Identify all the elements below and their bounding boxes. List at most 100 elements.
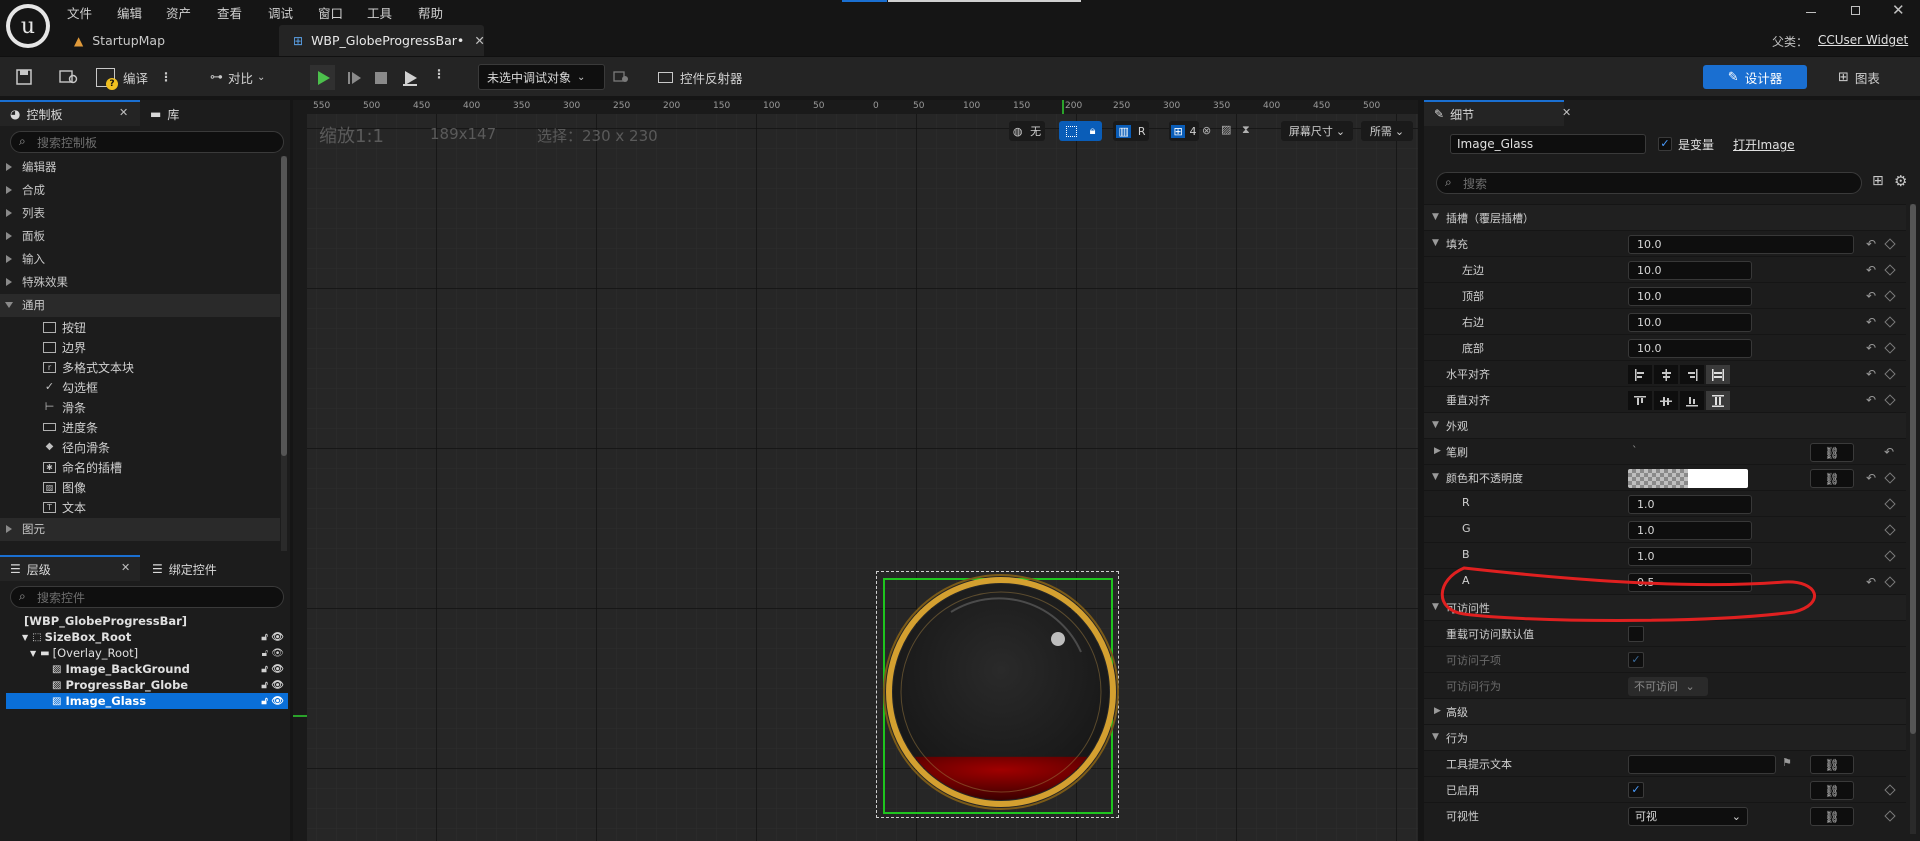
close-tab-icon[interactable]: ✕ <box>474 33 484 48</box>
category-primitive[interactable]: 图元 <box>6 518 45 540</box>
visibility-select[interactable]: 可视 ⌄ <box>1628 807 1748 826</box>
compile-options-icon[interactable]: ⋮ <box>160 70 172 84</box>
chevron-down-icon[interactable]: ▼ <box>1432 238 1439 248</box>
menu-help[interactable]: 帮助 <box>418 3 443 22</box>
tree-item-progressbar-globe[interactable]: ▨ ProgressBar_Globe 🔓︎ 👁︎ <box>52 677 284 693</box>
palette-scrollbar[interactable] <box>281 156 287 551</box>
menu-edit[interactable]: 编辑 <box>117 3 142 22</box>
browse-icon[interactable] <box>58 67 80 87</box>
reset-icon[interactable]: ↶ <box>1866 393 1876 407</box>
respect-locks-button[interactable]: ▥ R <box>1113 121 1149 141</box>
color-g-field[interactable]: 1.0 <box>1628 521 1752 540</box>
tree-item-overlay[interactable]: ▼ ▬ [Overlay_Root] 🔓︎ 👁︎ <box>30 645 284 661</box>
align-fill-icon[interactable] <box>1706 365 1730 384</box>
keyframe-icon[interactable] <box>1884 290 1896 302</box>
widget-rich-text[interactable]: r 多格式文本块 <box>43 357 134 377</box>
close-window-icon[interactable]: ✕ <box>1892 1 1905 19</box>
keyframe-icon[interactable] <box>1884 472 1896 484</box>
widget-image[interactable]: ▨ 图像 <box>43 477 86 497</box>
reset-icon[interactable]: ↶ <box>1866 263 1876 277</box>
grid-snap-button[interactable]: ⊞ 4 <box>1169 121 1199 141</box>
tab-palette-content[interactable]: ◕ 控制板 <box>10 102 63 126</box>
reset-icon[interactable]: ↶ <box>1866 315 1876 329</box>
valign-top-icon[interactable] <box>1628 391 1652 410</box>
lock-eye-icons[interactable]: 🔓︎ 👁︎ <box>261 696 284 707</box>
parent-class-link[interactable]: CCUser Widget <box>1818 33 1908 47</box>
section-slot[interactable]: ▼ 插槽（覆层插槽） <box>1424 204 1906 230</box>
menu-asset[interactable]: 资产 <box>166 3 191 22</box>
keyframe-icon[interactable] <box>1884 576 1896 588</box>
menu-window[interactable]: 窗口 <box>318 3 343 22</box>
lock-eye-icons[interactable]: 🔓︎ 👁︎ <box>261 680 284 691</box>
reset-icon[interactable]: ↶ <box>1866 341 1876 355</box>
tree-item-root[interactable]: [WBP_GlobeProgressBar] <box>24 613 284 629</box>
keyframe-icon[interactable] <box>1884 394 1896 406</box>
menu-file[interactable]: 文件 <box>67 3 92 22</box>
visibility-binding-button[interactable]: ⛓ <box>1810 807 1854 826</box>
restore-icon[interactable] <box>1851 6 1860 15</box>
reset-icon[interactable]: ↶ <box>1866 471 1876 485</box>
settings-gear-icon[interactable]: ⚙ <box>1894 172 1907 190</box>
reset-icon[interactable]: ↶ <box>1884 445 1894 459</box>
play-options-icon[interactable]: ⋮ <box>433 67 445 81</box>
save-icon[interactable] <box>14 67 34 87</box>
image-preview-icon[interactable]: ▨ <box>1221 123 1231 136</box>
details-scrollbar[interactable] <box>1910 204 1916 834</box>
keyframe-icon[interactable] <box>1884 498 1896 510</box>
color-r-field[interactable]: 1.0 <box>1628 495 1752 514</box>
padding-right-field[interactable]: 10.0 <box>1628 313 1752 332</box>
align-left-icon[interactable] <box>1628 365 1652 384</box>
is-variable-checkbox[interactable]: ✓ <box>1658 137 1672 151</box>
keyframe-icon[interactable] <box>1884 784 1896 796</box>
widget-text[interactable]: T 文本 <box>43 497 86 517</box>
menu-debug[interactable]: 调试 <box>268 3 293 22</box>
section-advanced[interactable]: ▶ 高级 <box>1424 698 1906 724</box>
tab-bind-widgets[interactable]: ☰ 绑定控件 <box>152 557 217 581</box>
compile-button[interactable]: ? 编译 ⋮ <box>96 65 186 90</box>
widget-border[interactable]: 边界 <box>43 337 86 357</box>
designer-button[interactable]: ✎ 设计器 <box>1703 65 1807 89</box>
localization-button[interactable]: ◍ 无 <box>1009 121 1045 141</box>
chevron-down-icon[interactable]: ▼ <box>1432 472 1439 482</box>
widget-reflector-button[interactable]: 控件反射器 <box>658 65 758 89</box>
play-button[interactable] <box>310 65 335 90</box>
keyframe-icon[interactable] <box>1884 264 1896 276</box>
tooltip-field[interactable] <box>1628 755 1776 774</box>
tree-item-image-glass[interactable]: ▨ Image_Glass 🔓︎ 👁︎ <box>52 693 284 709</box>
mirror-icon[interactable]: ⧗ <box>1242 123 1250 137</box>
keyframe-icon[interactable] <box>1884 550 1896 562</box>
unreal-logo[interactable]: u <box>6 4 50 48</box>
category-common[interactable]: 通用 <box>5 294 45 316</box>
color-swatch[interactable] <box>1628 469 1748 488</box>
details-search-input[interactable]: ⌕ 搜索 <box>1436 172 1862 194</box>
flip-icon[interactable]: ⊗ <box>1202 124 1211 137</box>
keyframe-icon[interactable] <box>1884 238 1896 250</box>
close-palette-icon[interactable]: ✕ <box>119 106 128 119</box>
valign-bottom-icon[interactable] <box>1680 391 1704 410</box>
tab-widget-blueprint[interactable]: ⊞ WBP_GlobeProgressBar• ✕ <box>279 25 485 56</box>
widget-slider[interactable]: ⊢ 滑条 <box>43 397 86 417</box>
simulate-button[interactable] <box>397 65 422 90</box>
close-hierarchy-icon[interactable]: ✕ <box>121 561 130 574</box>
debug-target-select[interactable]: 未选中调试对象 ⌄ <box>478 64 605 90</box>
chevron-right-icon[interactable]: ▶ <box>1434 446 1441 456</box>
table-view-icon[interactable]: ⊞ <box>1872 173 1884 189</box>
padding-top-field[interactable]: 10.0 <box>1628 287 1752 306</box>
category-composite[interactable]: 合成 <box>6 179 45 201</box>
align-center-icon[interactable] <box>1654 365 1678 384</box>
widget-button[interactable]: 按钮 <box>43 317 86 337</box>
screen-size-select[interactable]: 屏幕尺寸 ⌄ <box>1281 121 1353 141</box>
tab-hierarchy-content[interactable]: ☰ 层级 <box>10 557 51 581</box>
hierarchy-search-input[interactable]: ⌕ 搜索控件 <box>10 586 284 608</box>
color-binding-button[interactable]: ⛓ <box>1810 469 1854 488</box>
padding-field[interactable]: 10.0 <box>1628 235 1854 254</box>
lock-eye-icons[interactable]: 🔓︎ 👁︎ <box>261 664 284 675</box>
diff-button[interactable]: ⊶ 对比 ⌄ <box>210 65 280 89</box>
lock-eye-icons[interactable]: 🔓︎ 👁︎ <box>261 632 284 643</box>
palette-search-input[interactable]: ⌕ 搜索控制板 <box>10 131 284 153</box>
align-right-icon[interactable] <box>1680 365 1704 384</box>
category-panel[interactable]: 面板 <box>6 225 45 247</box>
close-details-icon[interactable]: ✕ <box>1562 106 1571 119</box>
widget-radial-slider[interactable]: ◆ 径向滑条 <box>43 437 110 457</box>
tab-startupmap[interactable]: ▲ StartupMap <box>60 25 275 56</box>
